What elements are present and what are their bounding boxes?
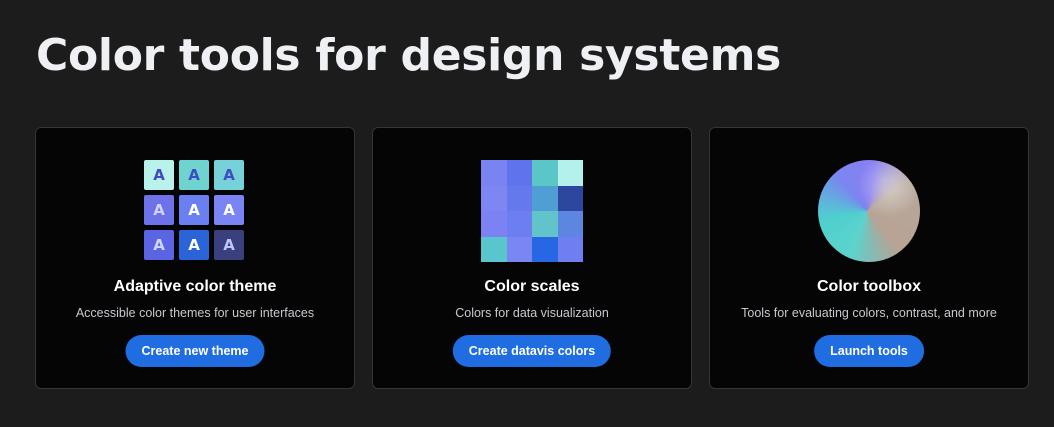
scale-swatch	[532, 185, 558, 211]
card-description: Colors for data visualization	[455, 306, 609, 320]
scale-swatch	[506, 236, 532, 262]
card-color-scales: Color scales Colors for data visualizati…	[372, 127, 692, 389]
theme-swatch: A	[179, 160, 209, 190]
scale-swatch	[506, 211, 532, 237]
theme-swatch: A	[144, 160, 174, 190]
theme-swatch: A	[179, 230, 209, 260]
scale-swatch	[506, 185, 532, 211]
scale-swatch	[481, 236, 507, 262]
card-adaptive-color-theme: AAAAAAAAA Adaptive color theme Accessibl…	[35, 127, 355, 389]
scale-swatch	[532, 236, 558, 262]
card-description: Accessible color themes for user interfa…	[75, 306, 315, 320]
card-title: Adaptive color theme	[113, 278, 277, 295]
scale-swatch	[532, 160, 558, 186]
theme-swatch: A	[144, 195, 174, 225]
color-wheel-icon	[818, 160, 920, 262]
scale-swatch	[481, 160, 507, 186]
color-scales-grid-icon	[481, 160, 583, 262]
theme-swatch: A	[214, 230, 244, 260]
card-description: Tools for evaluating colors, contrast, a…	[741, 306, 997, 320]
scale-swatch	[557, 236, 583, 262]
theme-swatch: A	[179, 195, 209, 225]
scale-swatch	[557, 185, 583, 211]
scale-swatch	[557, 160, 583, 186]
scale-swatch	[481, 185, 507, 211]
launch-tools-button[interactable]: Launch tools	[814, 335, 924, 367]
page-title: Color tools for design systems	[36, 30, 782, 81]
create-datavis-colors-button[interactable]: Create datavis colors	[452, 335, 612, 367]
theme-swatch: A	[144, 230, 174, 260]
scale-swatch	[557, 211, 583, 237]
card-title: Color toolbox	[817, 278, 921, 295]
card-title: Color scales	[484, 278, 580, 295]
scale-swatch	[532, 211, 558, 237]
adaptive-theme-grid-icon: AAAAAAAAA	[144, 160, 246, 262]
theme-swatch: A	[214, 195, 244, 225]
scale-swatch	[481, 211, 507, 237]
tool-cards: AAAAAAAAA Adaptive color theme Accessibl…	[35, 127, 1029, 389]
create-new-theme-button[interactable]: Create new theme	[125, 335, 265, 367]
scale-swatch	[506, 160, 532, 186]
card-color-toolbox: Color toolbox Tools for evaluating color…	[709, 127, 1029, 389]
theme-swatch: A	[214, 160, 244, 190]
